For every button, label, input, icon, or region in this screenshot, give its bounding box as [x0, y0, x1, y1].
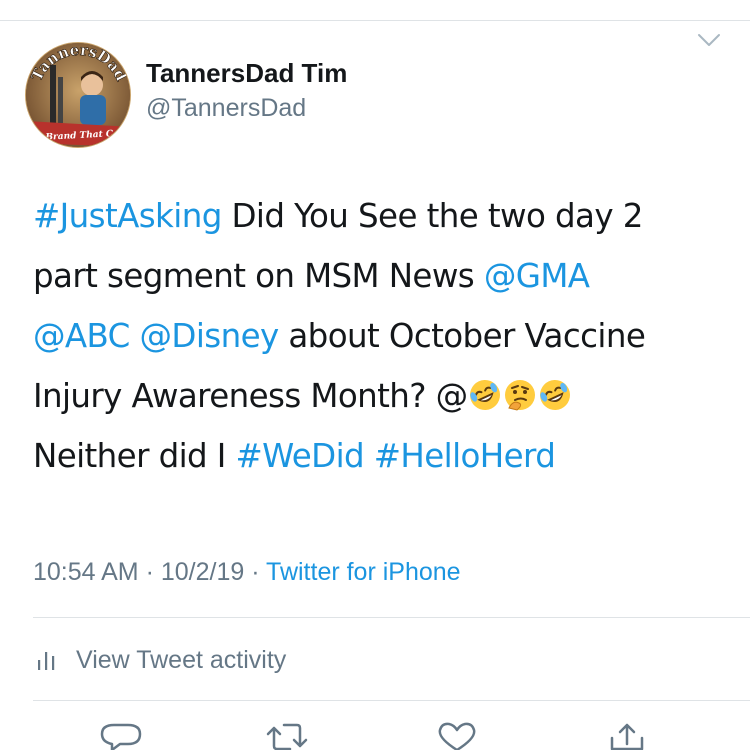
top-divider: [0, 20, 750, 21]
tweet-text-segment: Did You See the two day 2: [221, 197, 643, 235]
tweet-text-line: Neither did I #WeDid #HelloHerd: [33, 426, 733, 486]
meta-separator: ·: [244, 558, 267, 586]
heart-icon[interactable]: [434, 722, 480, 750]
divider: [33, 700, 750, 701]
tweet-meta: 10:54 AM · 10/2/19 · Twitter for iPhone: [33, 558, 461, 587]
tweet-source-link[interactable]: Twitter for iPhone: [266, 558, 461, 586]
view-tweet-activity-link[interactable]: View Tweet activity: [36, 644, 286, 676]
tweet-text-segment: Injury Awareness Month? @: [33, 377, 468, 415]
mention-link[interactable]: @Disney: [140, 317, 280, 355]
hashtag-link[interactable]: #HelloHerd: [374, 437, 556, 475]
bar-chart-icon: [38, 652, 55, 670]
mention-link[interactable]: @GMA: [484, 257, 590, 295]
tweet-text-line: Injury Awareness Month? @: [33, 366, 733, 426]
rofl-emoji-icon: [468, 371, 502, 410]
reply-icon[interactable]: [98, 722, 144, 750]
tweet-text: #JustAsking Did You See the two day 2 par…: [33, 186, 733, 486]
author-display-name[interactable]: TannersDad Tim: [146, 58, 347, 89]
tweet-text-segment: Neither did I: [33, 437, 236, 475]
chevron-down-icon[interactable]: [696, 30, 722, 50]
tweet-text-segment: about October Vaccine: [278, 317, 646, 355]
meta-separator: ·: [138, 558, 161, 586]
thinking-face-emoji-icon: [503, 371, 537, 411]
tweet-text-segment: [364, 437, 374, 475]
avatar[interactable]: TannersDad The Brand That Cares: [25, 42, 131, 148]
hashtag-link[interactable]: #JustAsking: [33, 197, 222, 235]
author-handle[interactable]: @TannersDad: [146, 94, 306, 123]
tweet-text-line: #JustAsking Did You See the two day 2: [33, 186, 733, 246]
view-tweet-activity-label: View Tweet activity: [76, 645, 287, 674]
share-icon[interactable]: [604, 722, 650, 750]
tweet-date: 10/2/19: [160, 558, 245, 586]
tweet-text-line: @ABC @Disney about October Vaccine: [33, 306, 733, 366]
tweet-text-segment: part segment on MSM News: [33, 257, 484, 295]
rofl-emoji-icon: [538, 371, 572, 410]
divider: [33, 617, 750, 618]
retweet-icon[interactable]: [264, 722, 310, 750]
tweet-text-segment: [130, 317, 140, 355]
hashtag-link[interactable]: #WeDid: [236, 437, 365, 475]
tweet-text-line: part segment on MSM News @GMA: [33, 246, 733, 306]
mention-link[interactable]: @ABC: [33, 317, 130, 355]
tweet-time: 10:54 AM: [33, 558, 139, 586]
